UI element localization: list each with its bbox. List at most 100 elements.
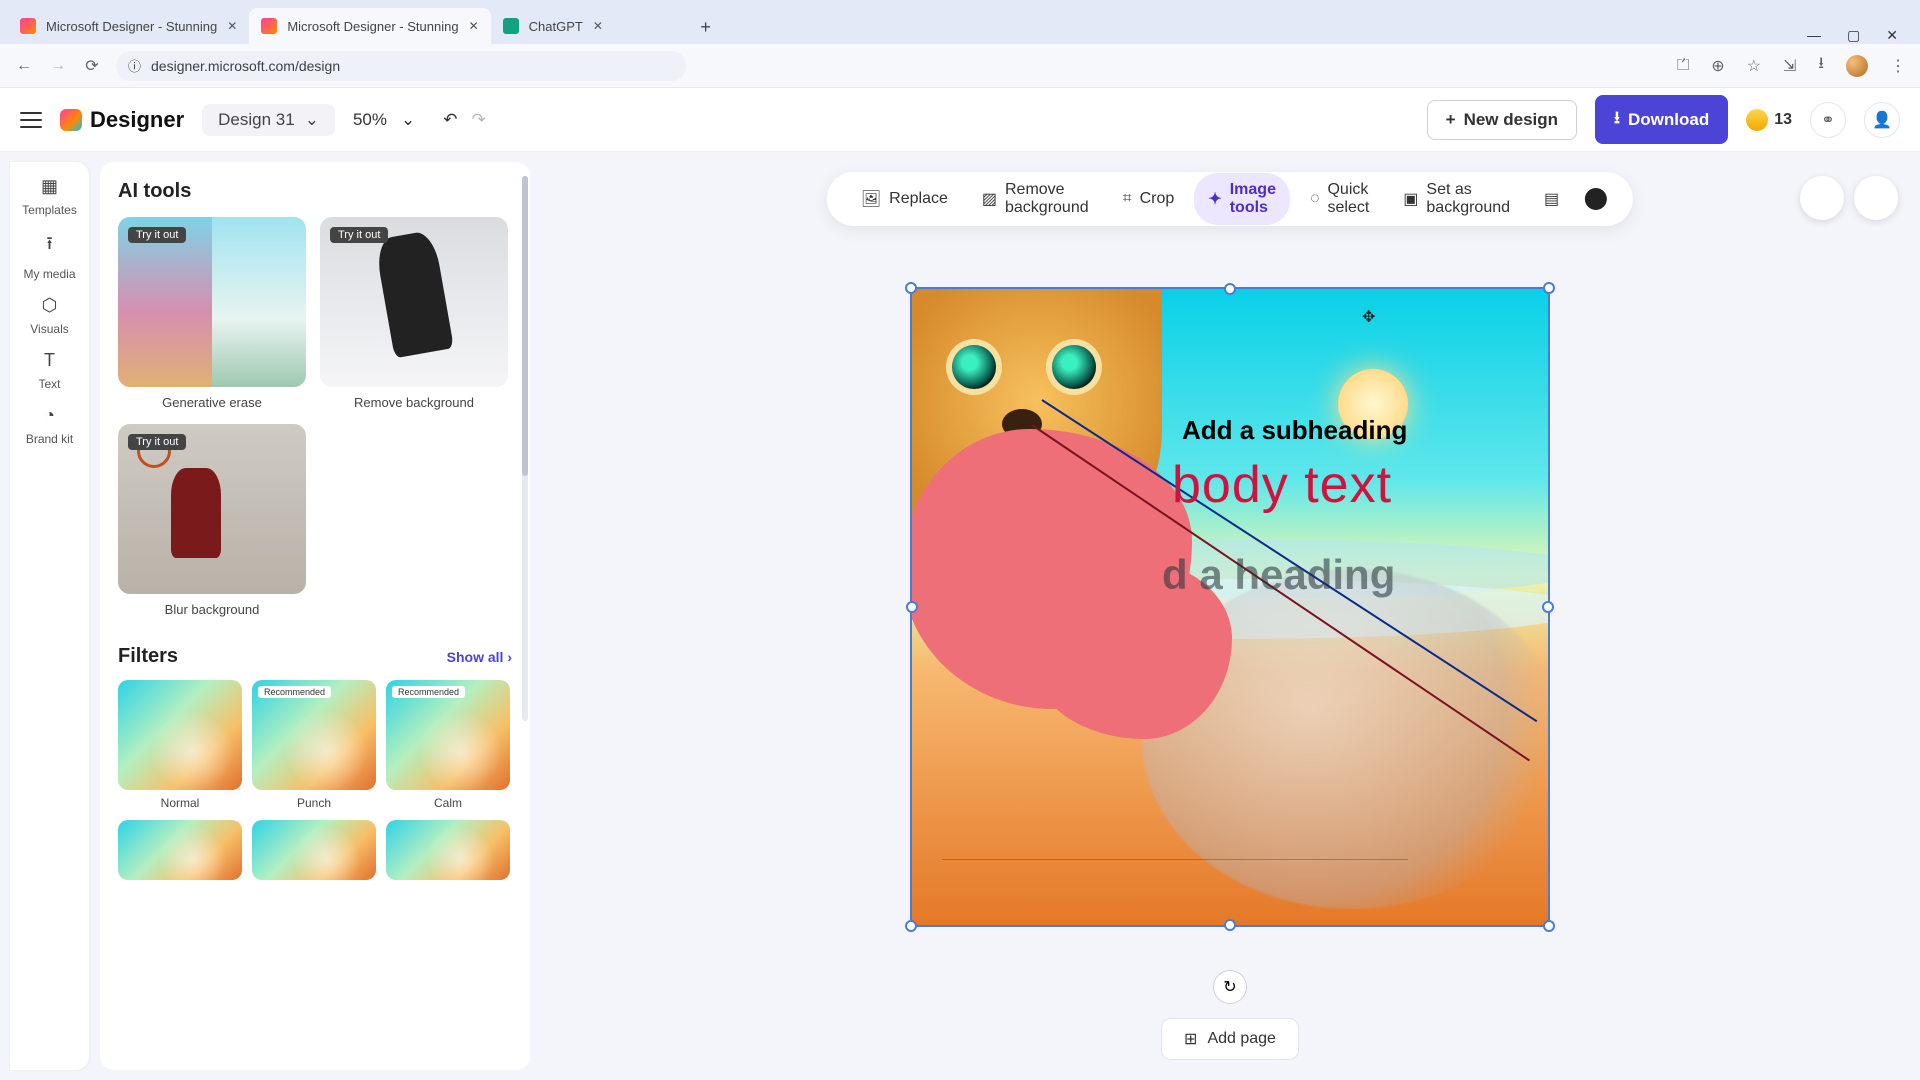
eraser-icon: ▨ <box>982 189 997 209</box>
hamburger-menu-icon[interactable] <box>20 112 42 128</box>
text-icon: T <box>44 350 55 371</box>
rail-visuals[interactable]: ⬡ Visuals <box>20 295 80 336</box>
url-input[interactable]: ⓘ designer.microsoft.com/design <box>116 51 686 81</box>
minimize-icon[interactable]: ― <box>1807 27 1821 44</box>
account-icon[interactable]: 👤 <box>1864 102 1900 138</box>
new-design-button[interactable]: + New design <box>1427 100 1577 140</box>
chevron-down-icon[interactable]: ⌄ <box>401 110 415 130</box>
resize-handle[interactable] <box>1543 282 1555 294</box>
back-icon[interactable]: ← <box>14 57 34 75</box>
floating-action-button[interactable] <box>1800 176 1844 220</box>
share-icon[interactable]: ⚭ <box>1810 102 1846 138</box>
download-button[interactable]: ⭳ Download <box>1595 95 1728 144</box>
browser-tab[interactable]: Microsoft Designer - Stunning ✕ <box>249 8 490 44</box>
try-it-out-badge: Try it out <box>128 434 186 450</box>
browser-tab[interactable]: ChatGPT ✕ <box>491 8 691 44</box>
filter-card[interactable] <box>386 820 510 880</box>
resize-handle[interactable] <box>1224 283 1236 295</box>
plus-icon: + <box>1446 110 1456 130</box>
resize-handle[interactable] <box>905 282 917 294</box>
rail-label: Text <box>38 377 60 391</box>
close-icon[interactable]: ✕ <box>227 19 237 33</box>
designer-logo[interactable]: Designer <box>60 107 184 133</box>
tab-favicon-icon <box>503 18 519 34</box>
filter-card-punch[interactable]: Recommended Punch <box>252 680 376 810</box>
resize-handle[interactable] <box>1224 919 1236 931</box>
panel-scrollbar[interactable] <box>522 176 528 721</box>
design-canvas[interactable]: Add a subheading body text d a heading ✥ <box>910 287 1550 927</box>
filter-card[interactable] <box>252 820 376 880</box>
image-tools-button[interactable]: ✦Image tools <box>1194 173 1290 225</box>
show-all-label: Show all <box>447 649 504 665</box>
set-as-background-button[interactable]: ▣Set as background <box>1389 173 1524 225</box>
subheading-text[interactable]: Add a subheading <box>1182 415 1407 446</box>
rail-text[interactable]: T Text <box>20 350 80 391</box>
download-label: Download <box>1628 110 1709 130</box>
show-all-link[interactable]: Show all › <box>447 649 512 665</box>
quick-select-label: Quick select <box>1327 181 1369 217</box>
resize-handle[interactable] <box>1543 920 1555 932</box>
try-it-out-badge: Try it out <box>330 227 388 243</box>
install-app-icon[interactable]: ⏍ <box>1677 57 1689 75</box>
forward-icon[interactable]: → <box>48 57 68 75</box>
coin-balance[interactable]: 13 <box>1746 109 1792 131</box>
ai-card-label: Remove background <box>320 395 508 410</box>
select-icon: ◌ <box>1310 190 1320 208</box>
filter-card[interactable] <box>118 820 242 880</box>
new-tab-button[interactable]: + <box>691 17 721 44</box>
undo-icon[interactable]: ↶ <box>443 110 457 130</box>
upload-icon: ⭱ <box>46 231 52 261</box>
bookmark-icon[interactable]: ☆ <box>1747 56 1761 76</box>
close-icon[interactable]: ✕ <box>469 19 479 33</box>
canvas-artwork[interactable]: Add a subheading body text d a heading ✥ <box>912 289 1548 925</box>
design-title-dropdown[interactable]: Design 31 ⌄ <box>202 104 335 136</box>
canvas-zone: 🖼Replace ▨Remove background ⌗Crop ✦Image… <box>540 152 1920 1080</box>
ai-card-generative-erase[interactable]: Try it out Generative erase <box>118 217 306 410</box>
rail-my-media[interactable]: ⭱ My media <box>20 231 80 281</box>
resize-handle[interactable] <box>905 920 917 932</box>
zoom-level[interactable]: 50% <box>353 110 387 130</box>
filter-card-calm[interactable]: Recommended Calm <box>386 680 510 810</box>
zoom-icon[interactable]: ⊕ <box>1711 56 1724 76</box>
filter-card-normal[interactable]: Normal <box>118 680 242 810</box>
ai-card-remove-background[interactable]: Try it out Remove background <box>320 217 508 410</box>
ai-tools-heading: AI tools <box>118 180 512 203</box>
remove-background-button[interactable]: ▨Remove background <box>968 173 1103 225</box>
browser-address-bar: ← → ⟳ ⓘ designer.microsoft.com/design ⏍ … <box>0 44 1920 88</box>
downloads-icon[interactable]: ⭳ <box>1818 52 1824 79</box>
dog-eye-shape <box>952 345 996 389</box>
kebab-menu-icon[interactable]: ⋮ <box>1890 56 1906 76</box>
ai-card-blur-background[interactable]: Try it out Blur background <box>118 424 306 617</box>
quick-select-button[interactable]: ◌ Quick select <box>1296 173 1383 225</box>
crop-button[interactable]: ⌗Crop <box>1109 182 1189 216</box>
tab-title: ChatGPT <box>529 19 583 34</box>
rail-label: Templates <box>22 203 77 217</box>
site-info-icon[interactable]: ⓘ <box>128 56 141 75</box>
resize-handle[interactable] <box>1542 601 1554 613</box>
filter-label: Calm <box>386 796 510 810</box>
tools-panel: AI tools Try it out Generative erase <box>100 162 530 1070</box>
floating-action-button[interactable] <box>1854 176 1898 220</box>
replace-button[interactable]: 🖼Replace <box>847 181 962 217</box>
rail-brand-kit[interactable]: ◔ Brand kit <box>20 405 80 446</box>
redo-icon[interactable]: ↷ <box>472 110 486 130</box>
profile-avatar-icon[interactable] <box>1846 55 1868 77</box>
rail-templates[interactable]: ▦ Templates <box>20 176 80 217</box>
rotate-icon: ↻ <box>1223 977 1236 997</box>
browser-tab[interactable]: Microsoft Designer - Stunning ✕ <box>8 8 249 44</box>
rotate-handle[interactable]: ↻ <box>1213 970 1247 1004</box>
window-close-icon[interactable]: ✕ <box>1886 27 1898 44</box>
extensions-icon[interactable]: ⇲ <box>1783 56 1796 76</box>
reload-icon[interactable]: ⟳ <box>82 56 102 76</box>
body-text[interactable]: body text <box>1172 455 1392 515</box>
divider-line <box>942 859 1408 860</box>
maximize-icon[interactable]: ▢ <box>1847 27 1860 44</box>
resize-handle[interactable] <box>906 601 918 613</box>
recommended-badge: Recommended <box>258 686 331 698</box>
color-button[interactable] <box>1579 188 1613 210</box>
add-page-button[interactable]: ⊞ Add page <box>1161 1018 1299 1060</box>
close-icon[interactable]: ✕ <box>593 19 603 33</box>
heading-text[interactable]: d a heading <box>1162 551 1395 599</box>
tab-title: Microsoft Designer - Stunning <box>287 19 458 34</box>
more-options-button[interactable]: ▤ <box>1530 181 1573 217</box>
